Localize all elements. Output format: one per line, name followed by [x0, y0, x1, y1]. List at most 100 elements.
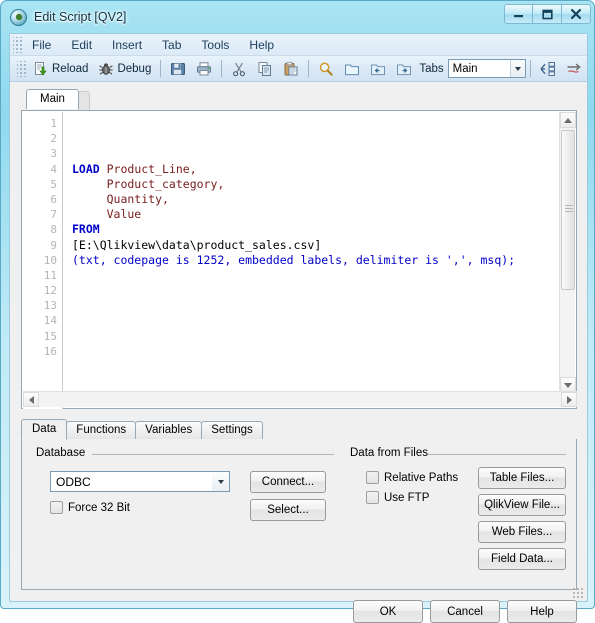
code-token: Product_category, [72, 176, 225, 191]
previous-tab-icon [371, 64, 386, 75]
database-chevron-down-icon[interactable] [212, 472, 229, 491]
scroll-right-button[interactable] [561, 392, 577, 407]
qlikview-icon [10, 8, 27, 26]
qlikview-file-button[interactable]: QlikView File... [478, 494, 566, 516]
script-text-area[interactable]: 1 2 3 4 5 6 7 8 9 10 11 12 13 14 15 16 LOAD Product_Lin… [21, 110, 577, 409]
force-32-bit-label: Force 32 Bit [68, 501, 130, 514]
tabs-combobox[interactable]: Main [447, 59, 526, 78]
copy-button[interactable] [252, 58, 278, 80]
arrange-tabs-icon [540, 61, 555, 76]
cut-icon [233, 62, 246, 76]
field-data-button[interactable]: Field Data... [478, 548, 566, 570]
script-tab-main[interactable]: Main [26, 89, 79, 109]
print-icon [197, 61, 212, 75]
code-line: LOAD Product_Line, [72, 162, 561, 177]
tab-settings[interactable]: Settings [201, 421, 263, 440]
line-number: 13 [43, 299, 57, 313]
menu-tools[interactable]: Tools [192, 35, 238, 55]
script-code[interactable]: LOAD Product_Line, Product_category, Qua… [64, 112, 561, 393]
reload-button[interactable]: Reload [28, 58, 93, 80]
line-number: 9 [50, 238, 57, 252]
scroll-left-button[interactable] [23, 392, 39, 407]
menu-help[interactable]: Help [240, 35, 283, 55]
horizontal-scroll-track[interactable] [39, 392, 561, 407]
tab-data[interactable]: Data [21, 419, 68, 440]
database-combobox[interactable]: ODBC [50, 471, 230, 492]
ok-button[interactable]: OK [353, 600, 423, 623]
resize-grip-icon[interactable] [572, 587, 584, 599]
debug-button[interactable]: Debug [93, 58, 156, 80]
line-number: 3 [50, 147, 57, 161]
use-ftp-checkbox-box[interactable] [366, 491, 379, 504]
save-icon [171, 62, 186, 75]
chevron-down-icon[interactable] [510, 60, 525, 77]
force-32-bit-checkbox[interactable]: Force 32 Bit [50, 501, 130, 514]
scroll-up-button[interactable] [560, 112, 576, 128]
tab-variables[interactable]: Variables [135, 421, 203, 440]
menu-insert[interactable]: Insert [103, 35, 151, 55]
force-32-bit-checkbox-box[interactable] [50, 501, 63, 514]
editor-horizontal-scrollbar[interactable] [23, 391, 577, 407]
menu-file[interactable]: File [23, 35, 60, 55]
line-number-gutter: 1 2 3 4 5 6 7 8 9 10 11 12 13 14 15 16 [23, 112, 63, 409]
menu-edit[interactable]: Edit [62, 35, 101, 55]
line-number: 16 [43, 344, 57, 358]
save-button[interactable] [165, 58, 191, 80]
relative-paths-checkbox[interactable]: Relative Paths [366, 471, 458, 484]
connect-button[interactable]: Connect... [250, 471, 326, 493]
cancel-button[interactable]: Cancel [430, 600, 500, 623]
help-button[interactable]: Help [507, 600, 577, 623]
script-tab-strip: Main [21, 89, 577, 111]
use-ftp-label: Use FTP [384, 491, 430, 504]
next-tab-button[interactable] [391, 58, 417, 80]
edit-script-window: Edit Script [QV2] File Edit Insert Tab T… [0, 0, 595, 623]
toolbar: Reload Debug Tabs Main [10, 56, 587, 82]
line-number: 2 [50, 132, 57, 146]
paste-button[interactable] [278, 58, 304, 80]
goto-button[interactable] [561, 58, 587, 80]
web-files-button[interactable]: Web Files... [478, 521, 566, 543]
line-number: 7 [50, 208, 57, 222]
next-tab-icon [397, 64, 412, 75]
print-button[interactable] [191, 58, 217, 80]
lower-tab-strip: Data Functions Variables Settings [21, 419, 577, 440]
open-button[interactable] [339, 58, 365, 80]
menu-bar: File Edit Insert Tab Tools Help [10, 34, 587, 56]
toolbar-separator-3 [308, 60, 310, 77]
toolbar-separator-4 [530, 60, 531, 77]
maximize-button[interactable] [533, 4, 562, 24]
minimize-button[interactable] [504, 4, 533, 24]
bug-icon [99, 62, 114, 75]
files-group-title: Data from Files [350, 447, 433, 459]
goto-icon [567, 63, 581, 73]
cut-button[interactable] [226, 58, 252, 80]
reload-label: Reload [52, 62, 89, 75]
relative-paths-checkbox-box[interactable] [366, 471, 379, 484]
vertical-scroll-thumb[interactable] [561, 130, 575, 290]
tabs-combobox-value: Main [452, 62, 478, 75]
select-button[interactable]: Select... [250, 499, 326, 521]
code-token: Quantity, [72, 191, 169, 206]
title-bar: Edit Script [QV2] [1, 1, 595, 33]
find-button[interactable] [313, 58, 339, 80]
close-button[interactable] [562, 4, 591, 24]
dialog-body: File Edit Insert Tab Tools Help Reload D… [9, 33, 588, 623]
use-ftp-checkbox[interactable]: Use FTP [366, 491, 429, 504]
arrange-tabs-button[interactable] [535, 58, 561, 80]
code-token: [E:\Qlikview\data\product_sales.csv] [72, 237, 322, 252]
script-tab-placeholder [78, 91, 90, 110]
tabs-label: Tabs [419, 62, 444, 75]
line-number: 15 [43, 329, 57, 343]
code-token: Product_Line, [99, 161, 197, 176]
editor-vertical-scrollbar[interactable] [559, 112, 576, 393]
tab-functions[interactable]: Functions [66, 421, 137, 440]
previous-tab-button[interactable] [365, 58, 391, 80]
line-number: 4 [50, 162, 57, 176]
code-line: FROM [72, 222, 561, 237]
menu-tab[interactable]: Tab [153, 35, 190, 55]
line-number: 6 [50, 192, 57, 206]
table-files-button[interactable]: Table Files... [478, 467, 566, 489]
